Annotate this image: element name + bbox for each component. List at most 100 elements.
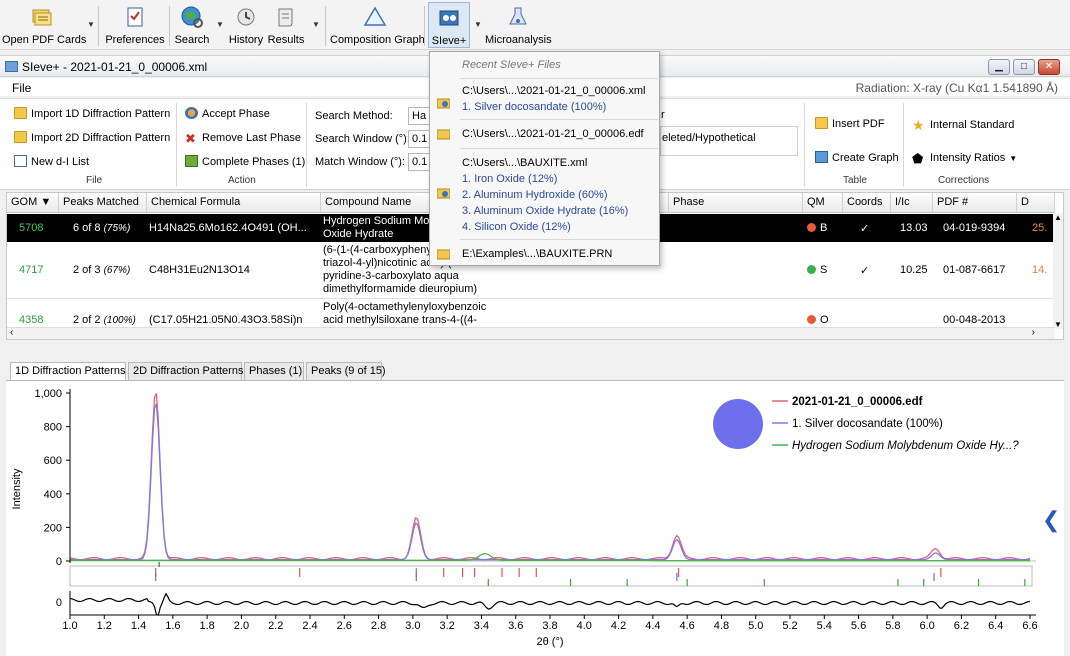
import-1d-button[interactable]: Import 1D Diffraction Pattern — [14, 107, 170, 120]
diffraction-plot[interactable]: 1.0 1.2 1.4 1.6 1.8 2.0 2.2 2.4 2.6 2.8 3.0 3.2 3.4 3… — [6, 380, 1064, 656]
legend-entry: 2021-01-21_0_00006.edf — [792, 396, 923, 408]
col-header-iic[interactable]: I/Ic — [891, 193, 933, 213]
results-button[interactable]: Results — [266, 2, 306, 48]
flask-icon — [509, 7, 527, 25]
sieve-plus-button[interactable]: SIeve+ — [428, 2, 470, 48]
new-dl-list-button[interactable]: New d-I List — [14, 155, 89, 168]
qm-value: B — [807, 222, 827, 234]
col-header-d[interactable]: D — [1017, 193, 1055, 213]
import-2d-label: Import 2D Diffraction Pattern — [31, 132, 171, 144]
tab-2d-patterns[interactable]: 2D Diffraction Patterns — [128, 362, 243, 380]
preferences-button[interactable]: Preferences — [104, 2, 166, 48]
peaks-pct: (100%) — [103, 315, 136, 326]
col-header-peaks[interactable]: Peaks Matched — [59, 193, 147, 213]
x-tick-label: 5.6 — [851, 620, 866, 632]
col-header-coords[interactable]: Coords — [843, 193, 891, 213]
remove-last-phase-button[interactable]: ✖ Remove Last Phase — [185, 131, 301, 146]
gom-value: 4358 — [19, 314, 44, 326]
globe-search-icon — [181, 6, 203, 28]
residual-tick-label: 0 — [56, 597, 62, 609]
tab-peaks[interactable]: Peaks (9 of 15) — [306, 362, 386, 380]
open-pdf-cards-label: Open PDF Cards — [2, 34, 87, 46]
star-icon: ★ — [912, 117, 925, 133]
col-header-pdf[interactable]: PDF # — [933, 193, 1017, 213]
chevron-right-icon[interactable]: › — [1032, 327, 1035, 338]
pdf-value: 04-019-9394 — [943, 222, 1006, 234]
ribbon-separator — [804, 103, 805, 187]
y-axis-label: Intensity — [11, 468, 23, 509]
filter-box[interactable]: eleted/Hypothetical — [660, 126, 798, 156]
insert-pdf-button[interactable]: Insert PDF — [815, 117, 885, 130]
recent-file-item[interactable]: C:\Users\...\2021-01-21_0_00006.edf — [462, 128, 644, 140]
chevron-up-icon[interactable]: ▲ — [1054, 213, 1062, 222]
col-header-formula[interactable]: Chemical Formula — [147, 193, 321, 213]
x-tick-label: 5.0 — [748, 620, 763, 632]
x-tick-label: 1.8 — [199, 620, 214, 632]
chevron-down-icon[interactable]: ▼ — [312, 20, 320, 29]
y-tick-label: 600 — [44, 455, 62, 467]
x-tick-label: 1.4 — [131, 620, 146, 632]
peaks-count: 2 of 2 — [73, 314, 101, 326]
col-header-qm[interactable]: QM — [803, 193, 843, 213]
chevron-down-icon[interactable]: ▼ — [1054, 320, 1062, 329]
compound-name-value: Poly(4-octamethylenyloxybenzoic acid met… — [323, 301, 487, 329]
import-2d-button[interactable]: Import 2D Diffraction Pattern — [14, 131, 170, 144]
recent-file-phase[interactable]: 2. Aluminum Hydroxide (60%) — [462, 189, 608, 201]
maximize-button[interactable]: □ — [1013, 59, 1035, 75]
close-button[interactable]: ✕ — [1038, 59, 1060, 75]
tab-phases[interactable]: Phases (1) — [244, 362, 304, 380]
recent-file-item[interactable]: C:\Users\...\BAUXITE.xml — [462, 157, 587, 169]
plot-svg[interactable]: 1.0 1.2 1.4 1.6 1.8 2.0 2.2 2.4 2.6 2.8 3.0 3.2 3.4 3… — [6, 381, 1064, 656]
chevron-down-icon[interactable]: ▼ — [216, 20, 224, 29]
triangle-icon — [363, 6, 387, 26]
create-graph-button[interactable]: Create Graph — [815, 151, 899, 164]
search-button[interactable]: Search — [172, 2, 212, 48]
complete-phases-button[interactable]: Complete Phases (1) — [185, 155, 305, 168]
chevron-left-icon[interactable]: ‹ — [10, 327, 13, 338]
complete-phases-icon — [185, 155, 198, 167]
history-button[interactable]: History — [226, 2, 266, 48]
x-tick-label: 3.8 — [542, 620, 557, 632]
composition-graph-button[interactable]: Composition Graph — [330, 2, 425, 48]
ribbon-separator — [176, 103, 177, 187]
chevron-down-icon: ▼ — [1009, 154, 1018, 163]
internal-standard-button[interactable]: ★ Internal Standard — [912, 117, 1014, 133]
open-pdf-cards-button[interactable]: Open PDF Cards — [2, 2, 87, 48]
qm-code: O — [820, 314, 829, 326]
window-title: SIeve+ - 2021-01-21_0_00006.xml — [22, 60, 208, 74]
recent-file-phase[interactable]: 1. Silver docosandate (100%) — [462, 101, 606, 113]
search-window-label: Search Window (°): — [315, 133, 410, 145]
chevron-down-icon[interactable]: ▼ — [474, 20, 482, 29]
x-tick-label: 4.6 — [679, 620, 694, 632]
table-horizontal-scrollbar[interactable]: ‹ › — [7, 327, 1055, 339]
menu-file[interactable]: File — [12, 81, 31, 95]
residual-line — [69, 592, 1031, 616]
x-tick-label: 5.2 — [782, 620, 797, 632]
history-icon — [237, 8, 255, 26]
peaks-value: 6 of 8 (75%) — [73, 222, 130, 234]
minimize-button[interactable]: ▁ — [988, 59, 1010, 75]
recent-file-phase[interactable]: 4. Silicon Oxide (12%) — [462, 221, 571, 233]
formula-value: (C17.05H21.05N0.43O3.58Si)n — [149, 314, 303, 326]
recent-file-phase[interactable]: 3. Aluminum Oxide Hydrate (16%) — [462, 205, 628, 217]
col-header-gom[interactable]: GOM ▼ — [7, 193, 59, 213]
y-tick-label: 1,000 — [34, 388, 62, 400]
chevron-down-icon[interactable]: ▼ — [87, 20, 95, 29]
recent-file-item[interactable]: C:\Users\...\2021-01-21_0_00006.xml — [462, 85, 645, 97]
microanalysis-button[interactable]: Microanalysis — [485, 2, 552, 48]
tab-1d-patterns[interactable]: 1D Diffraction Patterns — [10, 362, 126, 381]
gom-value: 4717 — [19, 264, 44, 276]
chevron-left-icon[interactable]: ❮ — [1042, 508, 1060, 533]
coords-value: ✓ — [860, 223, 870, 235]
table-row[interactable]: 4358 2 of 2 (100%) (C17.05H21.05N0.43O3.… — [7, 300, 1055, 329]
folder-icon — [437, 129, 450, 140]
red-dot-icon — [807, 315, 816, 324]
recent-file-item[interactable]: E:\Examples\...\BAUXITE.PRN — [462, 248, 612, 260]
col-header-phase[interactable]: Phase — [669, 193, 803, 213]
intensity-ratios-button[interactable]: ⬟ Intensity Ratios ▼ — [912, 151, 1018, 166]
table-vertical-scrollbar[interactable]: ▲ ▼ — [1053, 213, 1063, 329]
recent-file-phase[interactable]: 1. Iron Oxide (12%) — [462, 173, 557, 185]
accept-phase-button[interactable]: Accept Phase — [185, 107, 270, 120]
formula-value: H14Na25.6Mo162.4O491 (OH... — [149, 222, 307, 234]
legend-entry: 1. Silver docosandate (100%) — [792, 418, 943, 430]
